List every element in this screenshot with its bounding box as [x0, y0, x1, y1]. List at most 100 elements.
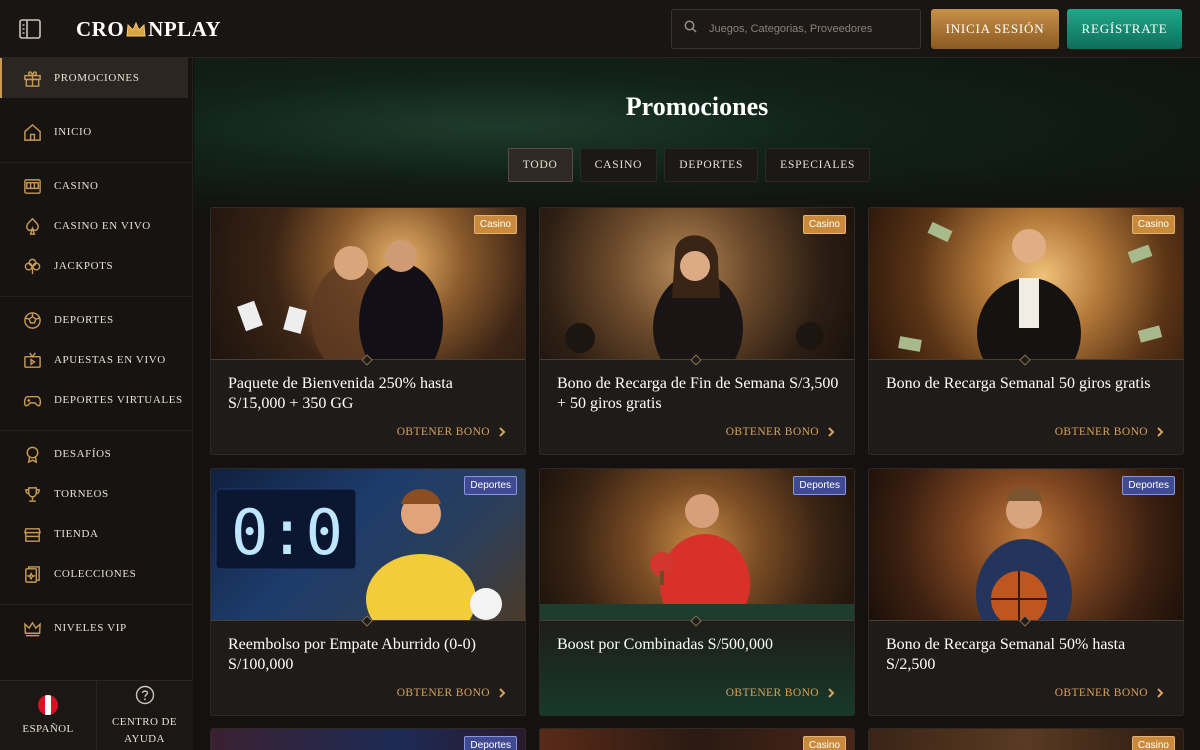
sidebar-item-deportes[interactable]: DEPORTES	[0, 300, 188, 340]
logo-text-end: NPLAY	[148, 17, 222, 41]
promo-card[interactable]: Deportes Bono de Recarga Semanal 50% has…	[868, 468, 1184, 716]
cta-label: OBTENER BONO	[396, 687, 490, 699]
search-input[interactable]	[709, 23, 899, 35]
store-icon	[22, 524, 42, 544]
promo-title: Bono de Recarga Semanal 50% hasta S/2,50…	[886, 636, 1126, 673]
tab-deportes[interactable]: DEPORTES	[664, 148, 759, 182]
sidebar-item-torneos[interactable]: TORNEOS	[0, 474, 188, 514]
language-selector[interactable]: ESPAÑOL	[0, 681, 96, 750]
crown-logo-icon	[125, 20, 147, 40]
category-badge: Deportes	[464, 476, 517, 495]
cta-label: OBTENER BONO	[1054, 426, 1148, 438]
sidebar-item-niveles-vip[interactable]: NIVELES VIP	[0, 608, 188, 648]
promo-title: Paquete de Bienvenida 250% hasta S/15,00…	[228, 375, 453, 412]
promo-title: Boost por Combinadas S/500,000	[557, 636, 774, 653]
tab-todo[interactable]: TODO	[507, 148, 573, 182]
sidebar-item-casino-en-vivo[interactable]: CASINO EN VIVO	[0, 206, 188, 246]
language-label: ESPAÑOL	[22, 722, 74, 735]
sidebar-item-label: CASINO EN VIVO	[54, 220, 151, 232]
gamepad-icon	[22, 390, 42, 410]
sidebar-item-label: JACKPOTS	[54, 260, 114, 272]
tab-casino[interactable]: CASINO	[579, 148, 658, 182]
chevron-right-icon	[499, 427, 506, 437]
help-label-line-1: CENTRO DE	[111, 715, 177, 728]
sidebar-divider	[0, 430, 193, 431]
sidebar-item-label: DEPORTES VIRTUALES	[54, 394, 183, 406]
trophy-icon	[22, 484, 42, 504]
sidebar-item-desafios[interactable]: DESAFÍOS	[0, 434, 188, 474]
get-bonus-link[interactable]: OBTENER BONO	[726, 687, 835, 699]
get-bonus-link[interactable]: OBTENER BONO	[397, 687, 506, 699]
clover-icon	[22, 256, 42, 276]
chevron-right-icon	[499, 688, 506, 698]
search-box[interactable]	[671, 9, 921, 49]
sidebar-item-colecciones[interactable]: COLECCIONES	[0, 554, 188, 594]
sidebar-item-deportes-virtuales[interactable]: DEPORTES VIRTUALES	[0, 380, 188, 420]
sidebar-item-label: INICIO	[54, 126, 92, 138]
category-badge: Casino	[802, 215, 846, 234]
get-bonus-link[interactable]: OBTENER BONO	[1055, 426, 1164, 438]
page-title: Promociones	[625, 92, 769, 121]
sidebar-item-label: TORNEOS	[54, 488, 109, 500]
sidebar-item-apuestas-en-vivo[interactable]: APUESTAS EN VIVO	[0, 340, 188, 380]
gift-icon	[22, 68, 42, 88]
register-button[interactable]: REGÍSTRATE	[1067, 9, 1182, 49]
promo-title: Bono de Recarga Semanal 50 giros gratis	[886, 375, 1151, 392]
get-bonus-link[interactable]: OBTENER BONO	[397, 426, 506, 438]
chevron-right-icon	[1157, 427, 1164, 437]
promo-card-partial[interactable]: Casino	[539, 728, 855, 750]
help-label-line-2: AYUDA	[124, 732, 165, 745]
spade-icon	[22, 216, 42, 236]
cta-label: OBTENER BONO	[396, 426, 490, 438]
promo-card[interactable]: Casino Bono de Recarga de Fin de Semana …	[539, 207, 855, 455]
sidebar-toggle-icon[interactable]	[19, 19, 41, 39]
crownplay-logo[interactable]: CRO NPLAY	[76, 17, 221, 42]
category-badge: Casino	[473, 215, 517, 234]
hero-banner	[194, 58, 1200, 228]
cards-icon	[22, 564, 42, 584]
sidebar-item-tienda[interactable]: TIENDA	[0, 514, 188, 554]
sidebar-item-label: COLECCIONES	[54, 568, 137, 580]
category-badge: Casino	[1131, 215, 1175, 234]
sidebar-item-label: TIENDA	[54, 528, 99, 540]
sidebar: PROMOCIONES INICIO CASINO CASINO EN VIVO…	[0, 58, 193, 750]
svg-text:0:0: 0:0	[231, 496, 343, 569]
logo-text-start: CRO	[76, 17, 125, 41]
promo-card[interactable]: Casino Bono de Recarga Semanal 50 giros …	[868, 207, 1184, 455]
sidebar-divider	[0, 162, 193, 163]
sidebar-footer: ESPAÑOL CENTRO DE AYUDA	[0, 680, 193, 750]
peru-flag-icon	[38, 694, 58, 715]
sidebar-item-label: CASINO	[54, 180, 99, 192]
sidebar-item-jackpots[interactable]: JACKPOTS	[0, 246, 188, 286]
promo-card-partial[interactable]: Deportes	[210, 728, 526, 750]
category-badge: Casino	[1131, 736, 1175, 750]
promo-card[interactable]: 0:0 Deportes Reembolso por Empate Aburri…	[210, 468, 526, 716]
sidebar-item-inicio[interactable]: INICIO	[0, 112, 188, 152]
category-badge: Deportes	[793, 476, 846, 495]
get-bonus-link[interactable]: OBTENER BONO	[726, 426, 835, 438]
sidebar-divider	[0, 296, 193, 297]
promo-card-partial[interactable]: Casino	[868, 728, 1184, 750]
promo-card[interactable]: Deportes Boost por Combinadas S/500,000 …	[539, 468, 855, 716]
chevron-right-icon	[1157, 688, 1164, 698]
promo-title: Reembolso por Empate Aburrido (0-0) S/10…	[228, 636, 476, 673]
help-center-link[interactable]: CENTRO DE AYUDA	[96, 681, 192, 750]
search-icon	[684, 20, 697, 38]
cta-label: OBTENER BONO	[1054, 687, 1148, 699]
crown-icon	[22, 618, 42, 638]
promo-tabs: TODO CASINO DEPORTES ESPECIALES	[194, 148, 1200, 182]
chevron-right-icon	[828, 688, 835, 698]
get-bonus-link[interactable]: OBTENER BONO	[1055, 687, 1164, 699]
sidebar-item-label: PROMOCIONES	[54, 72, 140, 84]
sidebar-item-label: APUESTAS EN VIVO	[54, 354, 166, 366]
category-badge: Deportes	[464, 736, 517, 750]
sidebar-item-promociones[interactable]: PROMOCIONES	[0, 58, 188, 98]
login-button[interactable]: INICIA SESIÓN	[931, 9, 1059, 49]
promo-card[interactable]: Casino Paquete de Bienvenida 250% hasta …	[210, 207, 526, 455]
help-icon	[135, 685, 155, 711]
sidebar-item-label: DEPORTES	[54, 314, 114, 326]
top-header: CRO NPLAY INICIA SESIÓN REGÍSTRATE	[0, 0, 1200, 58]
slot-machine-icon	[22, 176, 42, 196]
tab-especiales[interactable]: ESPECIALES	[765, 148, 871, 182]
sidebar-item-casino[interactable]: CASINO	[0, 166, 188, 206]
